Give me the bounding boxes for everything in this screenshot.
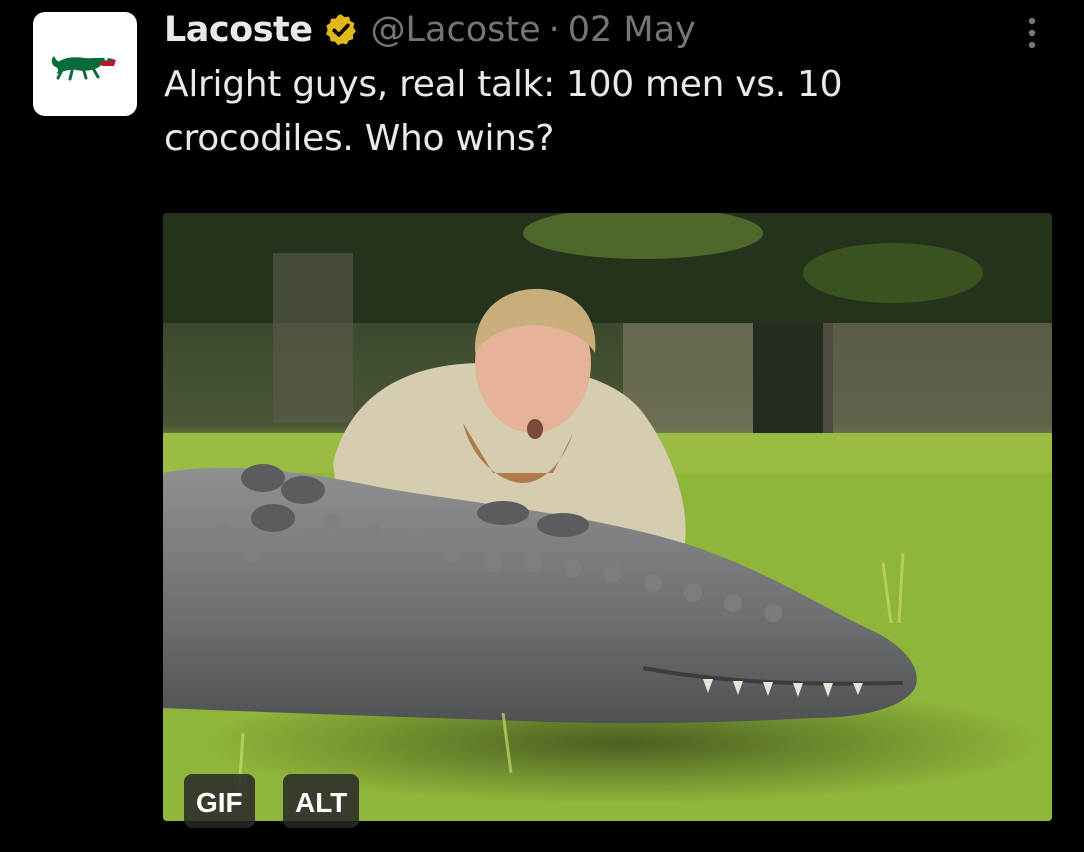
tweet[interactable]: Lacoste @Lacoste · 02 May Alright guys, … xyxy=(0,0,1084,852)
separator-dot: · xyxy=(548,10,560,50)
crocodile-logo-icon xyxy=(51,56,116,81)
tweet-media-gif[interactable] xyxy=(163,213,1052,821)
display-name[interactable]: Lacoste xyxy=(164,10,313,50)
avatar[interactable] xyxy=(33,12,137,116)
tweet-text: Alright guys, real talk: 100 men vs. 10 … xyxy=(164,64,843,159)
tweet-header: Lacoste @Lacoste · 02 May xyxy=(164,6,696,54)
verified-badge-icon[interactable] xyxy=(323,12,359,48)
gif-badge[interactable]: GIF xyxy=(184,774,255,828)
alt-text-button[interactable]: ALT xyxy=(283,774,360,828)
more-vertical-icon[interactable] xyxy=(1012,12,1052,54)
tweet-date[interactable]: 02 May xyxy=(568,10,696,50)
gif-frame-image xyxy=(163,213,1052,821)
user-handle[interactable]: @Lacoste xyxy=(371,10,541,50)
